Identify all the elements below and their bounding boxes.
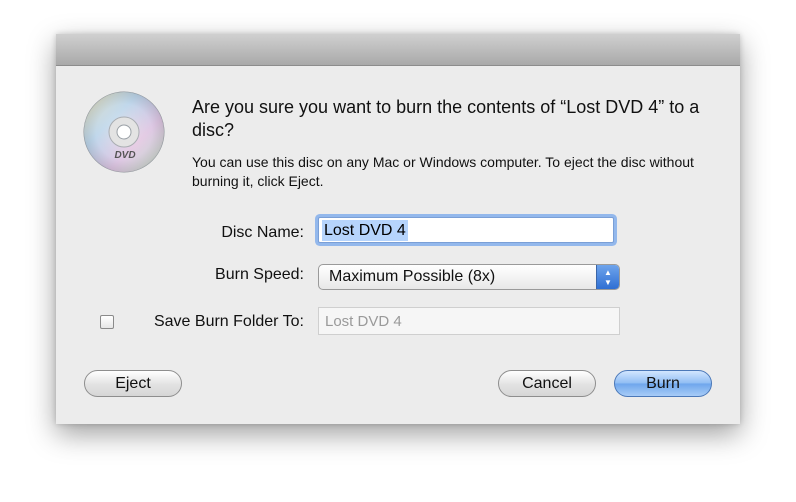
dvd-disc-icon: DVD xyxy=(83,91,165,173)
disc-name-label: Disc Name: xyxy=(221,224,304,241)
select-stepper-icon[interactable]: ▲ ▼ xyxy=(596,265,619,289)
save-burn-folder-label[interactable]: Save Burn Folder To: xyxy=(122,313,304,331)
dvd-logo-text: DVD xyxy=(114,150,135,161)
eject-button[interactable]: Eject xyxy=(84,370,182,397)
disc-name-input[interactable]: Lost DVD 4 xyxy=(318,217,614,243)
burn-speed-label: Burn Speed: xyxy=(215,266,304,283)
burn-speed-value[interactable]: Maximum Possible (8x) xyxy=(329,268,495,286)
dialog-message: You can use this disc on any Mac or Wind… xyxy=(192,154,694,189)
burn-speed-select[interactable]: Maximum Possible (8x) ▲ ▼ xyxy=(318,264,620,290)
save-burn-folder-checkbox[interactable] xyxy=(100,315,114,329)
burn-disc-dialog: DVD Are you sure you want to burn the co… xyxy=(56,34,740,424)
disc-name-value[interactable]: Lost DVD 4 xyxy=(322,220,408,241)
dialog-headline: Are you sure you want to burn the conten… xyxy=(192,97,700,140)
dialog-titlebar[interactable] xyxy=(56,34,740,66)
burn-button[interactable]: Burn xyxy=(614,370,712,397)
chevron-up-icon: ▲ xyxy=(604,268,612,277)
burn-folder-input[interactable]: Lost DVD 4 xyxy=(318,307,620,335)
burn-folder-placeholder: Lost DVD 4 xyxy=(325,313,402,330)
cancel-button[interactable]: Cancel xyxy=(498,370,596,397)
screenshot-stage: DVD Are you sure you want to burn the co… xyxy=(0,0,796,502)
chevron-down-icon: ▼ xyxy=(604,278,612,287)
